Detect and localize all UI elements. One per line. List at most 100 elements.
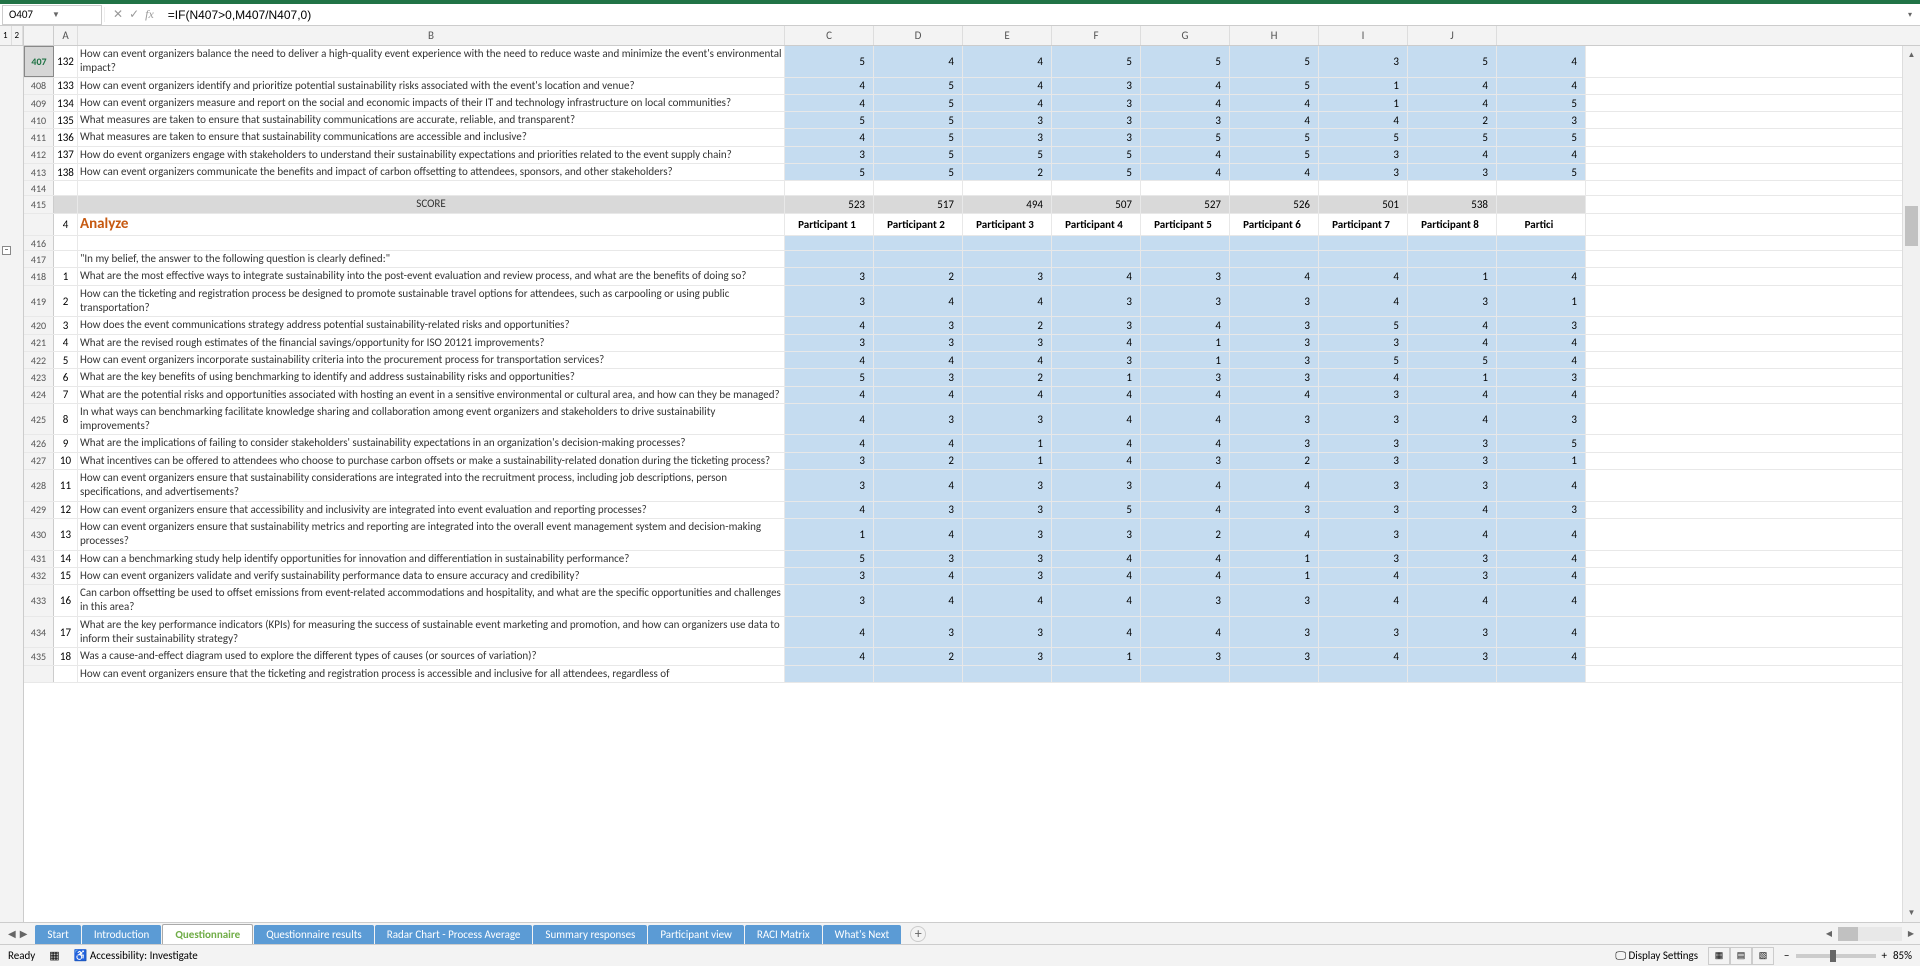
cell-value[interactable]: 4 (1497, 335, 1586, 351)
cell-B[interactable]: What are the key benefits of using bench… (78, 369, 785, 385)
cell-value[interactable]: 4 (1497, 551, 1586, 567)
cell-value[interactable]: 5 (963, 147, 1052, 163)
col-header-I[interactable]: I (1319, 26, 1408, 45)
cell-value[interactable]: 5 (874, 112, 963, 128)
cell-value[interactable]: 4 (1497, 519, 1586, 550)
row-header[interactable]: 422 (24, 352, 54, 368)
col-header-E[interactable]: E (963, 26, 1052, 45)
cell-value[interactable]: 5 (1141, 129, 1230, 145)
cell-value[interactable]: 507 (1052, 196, 1141, 212)
cell-value[interactable]: 4 (785, 352, 874, 368)
cell-value[interactable]: 3 (1230, 335, 1319, 351)
cell-value[interactable]: 3 (874, 502, 963, 518)
cell-value[interactable]: 4 (1141, 502, 1230, 518)
cell-B[interactable]: "In my belief, the answer to the followi… (78, 251, 785, 267)
cell-B[interactable]: What are the implications of failing to … (78, 435, 785, 451)
cell-value[interactable]: 494 (963, 196, 1052, 212)
cell-A[interactable]: 17 (54, 617, 78, 648)
cell-value[interactable]: 4 (1052, 268, 1141, 284)
cell-value[interactable]: 2 (1230, 453, 1319, 469)
cell-value[interactable]: 4 (874, 435, 963, 451)
cell-value[interactable]: 2 (1141, 519, 1230, 550)
cell-B[interactable]: How can event organizers ensure that sus… (78, 470, 785, 501)
cell-B[interactable] (78, 236, 785, 250)
cell-A[interactable] (54, 236, 78, 250)
cell-value[interactable]: 4 (1052, 568, 1141, 584)
cell-B[interactable]: What measures are taken to ensure that s… (78, 129, 785, 145)
cell-value[interactable]: 5 (1230, 46, 1319, 77)
cell-B[interactable]: What are the potential risks and opportu… (78, 387, 785, 403)
cell-B[interactable]: How can event organizers balance the nee… (78, 46, 785, 77)
cell-value[interactable]: 3 (963, 617, 1052, 648)
cell-value[interactable]: 3 (1230, 648, 1319, 664)
cell-value[interactable]: 3 (963, 502, 1052, 518)
cell-value[interactable]: 3 (785, 585, 874, 616)
sheet-tab[interactable]: RACI Matrix (745, 925, 822, 944)
cell-value[interactable]: 3 (1319, 453, 1408, 469)
cell-value[interactable]: 3 (1230, 404, 1319, 435)
cell-value[interactable]: 501 (1319, 196, 1408, 212)
cell-value[interactable] (1319, 251, 1408, 267)
row-header[interactable]: 407 (24, 46, 54, 77)
cell-A[interactable]: 137 (54, 147, 78, 163)
cell-A[interactable]: 7 (54, 387, 78, 403)
cell-value[interactable]: 2 (874, 648, 963, 664)
cell-A[interactable]: 12 (54, 502, 78, 518)
cell-value[interactable]: 4 (963, 387, 1052, 403)
cell-A[interactable]: 3 (54, 317, 78, 333)
row-header[interactable]: 431 (24, 551, 54, 567)
cell-value[interactable]: 5 (785, 369, 874, 385)
cell-value[interactable]: 5 (785, 46, 874, 77)
cell-value[interactable]: 3 (1052, 470, 1141, 501)
cell-value[interactable]: 3 (1319, 470, 1408, 501)
cell-value[interactable]: 4 (1141, 147, 1230, 163)
cell-value[interactable] (963, 666, 1052, 682)
cell-value[interactable]: 3 (874, 617, 963, 648)
cell-A[interactable]: 5 (54, 352, 78, 368)
view-normal-icon[interactable]: ▦ (1708, 947, 1730, 965)
scroll-down-icon[interactable]: ▼ (1903, 904, 1920, 922)
cell-value[interactable]: 5 (874, 147, 963, 163)
cell-value[interactable]: 2 (1408, 112, 1497, 128)
row-header[interactable] (24, 214, 54, 236)
cell-A[interactable]: 1 (54, 268, 78, 284)
cell-value[interactable]: 4 (1408, 585, 1497, 616)
row-header[interactable]: 429 (24, 502, 54, 518)
cell-B[interactable]: How can event organizers ensure that the… (78, 666, 785, 682)
cell-value[interactable]: 4 (1141, 78, 1230, 94)
cell-value[interactable]: 4 (1408, 335, 1497, 351)
cell-value[interactable]: 4 (1141, 387, 1230, 403)
cell-B[interactable]: What incentives can be offered to attend… (78, 453, 785, 469)
cell-value[interactable]: 2 (963, 164, 1052, 180)
cell-value[interactable]: 3 (874, 551, 963, 567)
cell-value[interactable]: 4 (1497, 352, 1586, 368)
cell-value[interactable] (1052, 236, 1141, 250)
cell-value[interactable]: 523 (785, 196, 874, 212)
cell-value[interactable]: 4 (1141, 435, 1230, 451)
cell-value[interactable]: 4 (1052, 435, 1141, 451)
cell-value[interactable]: 4 (963, 286, 1052, 317)
zoom-percent[interactable]: 85% (1893, 949, 1912, 962)
cell-value[interactable]: 4 (1230, 519, 1319, 550)
row-header[interactable]: 420 (24, 317, 54, 333)
row-header[interactable]: 434 (24, 617, 54, 648)
cell-value[interactable]: 1 (785, 519, 874, 550)
cell-value[interactable]: 3 (1319, 387, 1408, 403)
cell-value[interactable]: 3 (1319, 147, 1408, 163)
cell-value[interactable]: 3 (963, 519, 1052, 550)
cell-value[interactable]: 4 (785, 387, 874, 403)
cell-A[interactable]: 133 (54, 78, 78, 94)
cell-A[interactable]: 18 (54, 648, 78, 664)
row-header[interactable]: 415 (24, 196, 54, 212)
cell-value[interactable]: 4 (1230, 95, 1319, 111)
cell-value[interactable] (1319, 181, 1408, 195)
row-header[interactable]: 414 (24, 181, 54, 195)
cell-A[interactable] (54, 181, 78, 195)
participant-header[interactable]: Partici (1497, 214, 1586, 236)
cell-value[interactable]: 3 (1319, 502, 1408, 518)
cell-value[interactable]: 4 (1408, 502, 1497, 518)
cell-value[interactable]: 5 (1319, 352, 1408, 368)
cell-B[interactable]: How can event organizers measure and rep… (78, 95, 785, 111)
cell-value[interactable]: 5 (1230, 129, 1319, 145)
cell-value[interactable]: 4 (1408, 78, 1497, 94)
